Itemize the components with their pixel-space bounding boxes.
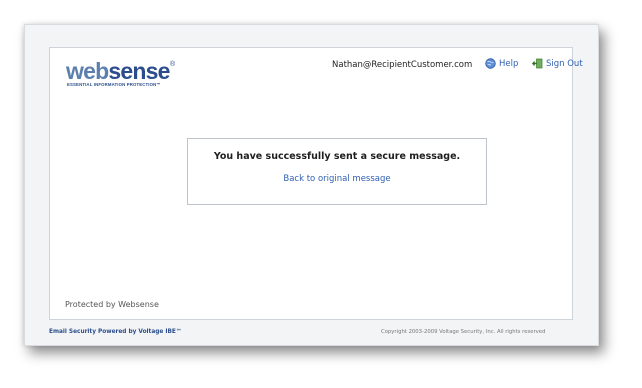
sign-out-link[interactable]: Sign Out [531, 58, 583, 69]
sign-out-label: Sign Out [546, 58, 583, 69]
confirmation-message: You have successfully sent a secure mess… [213, 151, 461, 162]
logo-wordmark: websense [66, 58, 170, 84]
logo-tagline: ESSENTIAL INFORMATION PROTECTION™ [67, 82, 161, 87]
logo-registered-mark: ® [170, 61, 176, 68]
protected-by-text: Protected by Websense [65, 300, 159, 309]
help-globe-icon [485, 58, 496, 69]
confirmation-box: You have successfully sent a secure mess… [187, 138, 487, 205]
help-label: Help [499, 58, 519, 69]
logo-word-web: web [66, 58, 109, 84]
user-email: Nathan@RecipientCustomer.com [332, 60, 473, 70]
exit-door-icon [531, 58, 543, 69]
app-frame: websense ® ESSENTIAL INFORMATION PROTECT… [24, 24, 599, 346]
copyright-text: Copyright 2003-2009 Voltage Security, In… [381, 329, 546, 335]
logo-word-sense: sense [108, 58, 170, 84]
help-link[interactable]: Help [485, 58, 518, 69]
main-panel: websense ® ESSENTIAL INFORMATION PROTECT… [49, 47, 583, 320]
powered-by-text: Email Security Powered by Voltage IBE™ [49, 329, 182, 335]
back-to-original-message-link[interactable]: Back to original message [188, 174, 486, 184]
